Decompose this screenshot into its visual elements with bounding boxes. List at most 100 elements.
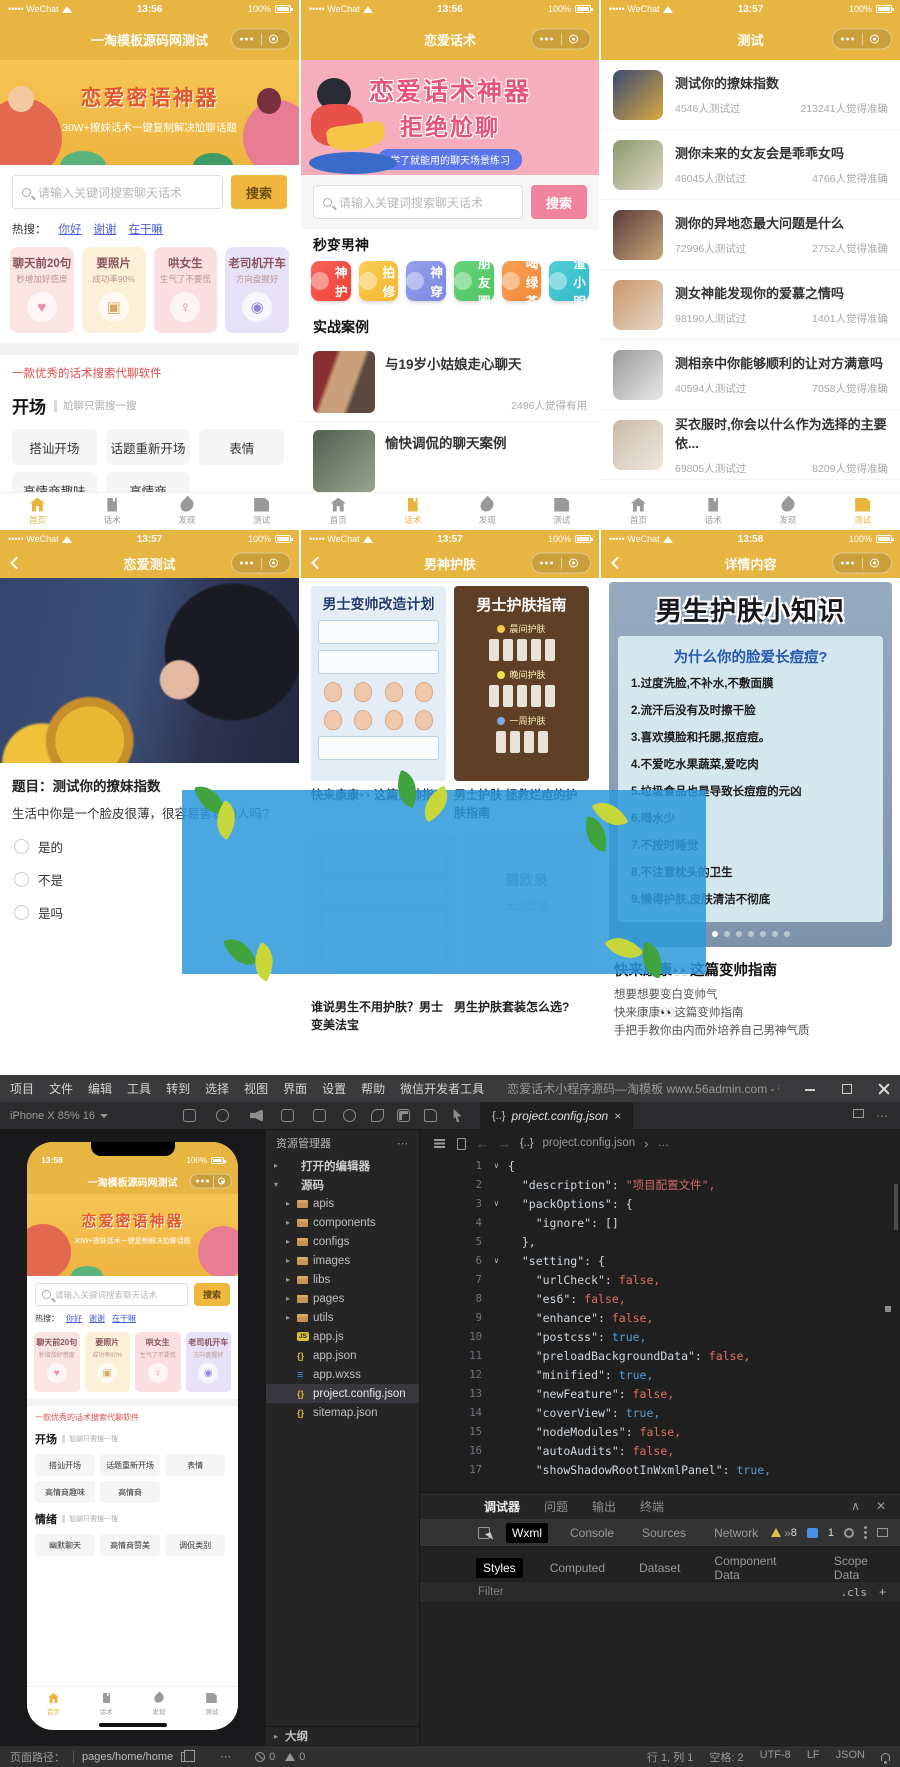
phone-icon[interactable] bbox=[183, 1109, 196, 1122]
category-card[interactable]: 老司机开车 方向盘握好 ◉ bbox=[185, 1332, 231, 1392]
filter-input[interactable]: Filter bbox=[478, 1586, 840, 1598]
devtools-tab[interactable]: Sources bbox=[636, 1523, 692, 1543]
dock-icon[interactable] bbox=[877, 1528, 888, 1537]
styles-tab[interactable]: Component Data bbox=[707, 1551, 806, 1585]
tree-item[interactable]: ▸ configs bbox=[266, 1232, 419, 1251]
code-line[interactable]: 3 ∨ "packOptions": { bbox=[420, 1194, 900, 1213]
wechat-capsule[interactable] bbox=[832, 552, 892, 574]
bookmark-icon[interactable] bbox=[455, 1138, 467, 1150]
menu-item[interactable]: 帮助 bbox=[361, 1080, 385, 1097]
tabbar-item[interactable]: 发现 bbox=[133, 1687, 186, 1720]
hero-banner[interactable]: 恋爱话术神器 拒绝尬聊 学了就能用的聊天场景练习 bbox=[301, 60, 599, 175]
breadcrumb-more[interactable]: … bbox=[658, 1137, 670, 1149]
category-card[interactable]: 哄女生 生气了不要慌 ♀ bbox=[135, 1332, 181, 1392]
warnings-icon[interactable] bbox=[285, 1752, 296, 1761]
tree-item[interactable]: ▸ images bbox=[266, 1251, 419, 1270]
code-line[interactable]: 4 "ignore": [] bbox=[420, 1213, 900, 1232]
wechat-capsule[interactable] bbox=[531, 28, 591, 50]
status-item[interactable]: 行 1, 列 1 bbox=[647, 1749, 693, 1765]
wechat-capsule[interactable] bbox=[832, 28, 892, 50]
category-card[interactable]: 老司机开车 方向盘握好 ◉ bbox=[225, 247, 289, 333]
tabbar-item[interactable]: 首页 bbox=[0, 493, 75, 530]
pagination-dot[interactable] bbox=[747, 931, 754, 937]
menu-item[interactable]: 设置 bbox=[322, 1080, 346, 1097]
save-icon[interactable] bbox=[424, 1109, 437, 1122]
tree-item[interactable]: ▸ pages bbox=[266, 1289, 419, 1308]
category-card[interactable]: 要照片 成功率90% ▣ bbox=[84, 1332, 130, 1392]
infographic-card-guide[interactable]: 男士护肤指南 晨间护肤 晚间护肤 一周护肤 bbox=[454, 586, 589, 781]
path-more-icon[interactable]: ⋯ bbox=[220, 1750, 231, 1763]
menu-item[interactable]: 工具 bbox=[127, 1080, 151, 1097]
wechat-capsule[interactable] bbox=[531, 552, 591, 574]
styles-tab[interactable]: Computed bbox=[543, 1558, 612, 1578]
close-button[interactable] bbox=[878, 1083, 890, 1095]
panel-tab[interactable]: 问题 bbox=[544, 1498, 568, 1515]
code-line[interactable]: 16 "autoAudits": false, bbox=[420, 1441, 900, 1460]
inspect-icon[interactable] bbox=[478, 1526, 490, 1539]
copy-icon[interactable] bbox=[313, 1109, 326, 1122]
feature-card[interactable]: 男神穿搭 bbox=[406, 247, 447, 318]
collapse-icon[interactable]: ∧ bbox=[851, 1499, 860, 1513]
feature-card[interactable]: 朋友圈 bbox=[454, 257, 494, 309]
editor-scrollbar[interactable] bbox=[894, 1184, 898, 1230]
code-line[interactable]: 2 "description": "项目配置文件", bbox=[420, 1175, 900, 1194]
more-icon[interactable] bbox=[240, 37, 254, 41]
tree-item[interactable]: sitemap.json bbox=[266, 1403, 419, 1422]
test-list-item[interactable]: 测女神能发现你的爱慕之情吗 98190人测试过 1401人觉得准确 bbox=[601, 270, 900, 340]
grid-icon[interactable] bbox=[397, 1109, 410, 1122]
devtools-tab[interactable]: Wxml bbox=[506, 1522, 548, 1543]
nav-forward-icon[interactable]: → bbox=[498, 1136, 511, 1151]
tabbar-item[interactable]: 发现 bbox=[450, 493, 525, 530]
tree-item[interactable]: project.config.json bbox=[266, 1384, 419, 1403]
category-card[interactable]: 要照片 成功率90% ▣ bbox=[81, 247, 146, 333]
tab-close-icon[interactable]: × bbox=[614, 1109, 621, 1123]
topic-button[interactable]: 高情商 bbox=[100, 1481, 161, 1503]
exit-icon[interactable] bbox=[218, 1177, 225, 1185]
editor-tab[interactable]: {..} project.config.json × bbox=[480, 1102, 634, 1130]
warning-icon[interactable] bbox=[770, 1528, 781, 1537]
back-icon[interactable] bbox=[611, 556, 624, 570]
tree-item[interactable]: ▸ 打开的编辑器 bbox=[266, 1156, 419, 1175]
panel-tab[interactable]: 调试器 bbox=[484, 1498, 520, 1515]
copy-path-icon[interactable] bbox=[181, 1749, 196, 1762]
panel-tab[interactable]: 终端 bbox=[640, 1498, 664, 1515]
menu-item[interactable]: 界面 bbox=[283, 1080, 307, 1097]
pagination-dot[interactable] bbox=[711, 931, 718, 937]
topic-button[interactable]: 表情 bbox=[199, 429, 285, 465]
code-line[interactable]: 11 "preloadBackgroundData": false, bbox=[420, 1346, 900, 1365]
menu-item[interactable]: 选择 bbox=[205, 1080, 229, 1097]
status-item[interactable]: LF bbox=[807, 1749, 820, 1765]
case-item[interactable]: 愉快调侃的聊天案例 bbox=[301, 422, 599, 501]
category-card[interactable]: 聊天前20句 秒增加好感度 ♥ bbox=[34, 1332, 80, 1392]
code-line[interactable]: 17 "showShadowRootInWxmlPanel": true, bbox=[420, 1460, 900, 1479]
fold-icon[interactable]: ∨ bbox=[494, 1199, 508, 1208]
exit-icon[interactable] bbox=[269, 34, 278, 44]
code-line[interactable]: 8 "es6": false, bbox=[420, 1289, 900, 1308]
feature-card[interactable]: 男神护肤 bbox=[311, 247, 351, 318]
search-button[interactable]: 搜索 bbox=[531, 185, 587, 219]
pagination-dot[interactable] bbox=[723, 931, 730, 937]
hot-search-link[interactable]: 在干嘛 bbox=[112, 1313, 136, 1324]
pagination-dot[interactable] bbox=[771, 931, 778, 937]
add-style-icon[interactable]: + bbox=[879, 1585, 886, 1599]
tabbar-item[interactable]: 首页 bbox=[27, 1687, 80, 1720]
status-item[interactable]: UTF-8 bbox=[760, 1749, 791, 1765]
tabbar-item[interactable]: 首页 bbox=[601, 493, 676, 530]
back-icon[interactable] bbox=[10, 556, 23, 570]
wechat-capsule[interactable] bbox=[231, 552, 291, 574]
infographic-card-makeover[interactable]: 男士变帅改造计划 bbox=[311, 586, 446, 781]
topic-button[interactable]: 表情 bbox=[165, 1454, 226, 1476]
pagination-dot[interactable] bbox=[735, 931, 742, 937]
code-line[interactable]: 13 "newFeature": false, bbox=[420, 1384, 900, 1403]
menu-item[interactable]: 编辑 bbox=[88, 1080, 112, 1097]
errors-icon[interactable] bbox=[255, 1751, 266, 1762]
more-icon[interactable] bbox=[841, 561, 855, 565]
topic-button[interactable]: 搭讪开场 bbox=[12, 429, 97, 465]
tabbar-item[interactable]: 发现 bbox=[150, 493, 225, 530]
nav-back-icon[interactable]: ← bbox=[476, 1136, 489, 1151]
test-list-item[interactable]: 测试你的撩妹指数 4546人测试过 213241人觉得准确 bbox=[601, 60, 900, 130]
tree-item[interactable]: app.json bbox=[266, 1346, 419, 1365]
kebab-menu-icon[interactable] bbox=[864, 1531, 867, 1534]
topic-button[interactable]: 高情商趣味 bbox=[35, 1481, 96, 1503]
code-line[interactable]: 10 "postcss": true, bbox=[420, 1327, 900, 1346]
